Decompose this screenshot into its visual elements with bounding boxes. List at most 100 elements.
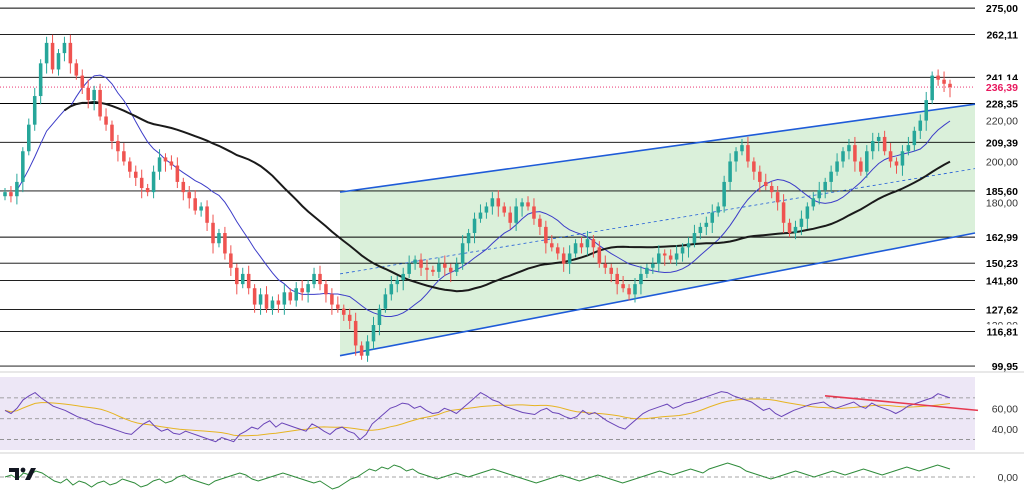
candle — [68, 42, 73, 64]
candle — [92, 89, 96, 101]
candle — [175, 165, 180, 182]
candle — [276, 300, 281, 305]
candle — [609, 267, 613, 274]
candle — [235, 267, 239, 285]
candle — [365, 341, 370, 356]
candle — [781, 202, 786, 223]
candle — [377, 308, 382, 326]
candle — [668, 255, 673, 260]
candle — [50, 42, 55, 70]
candle — [32, 96, 37, 125]
candle — [859, 161, 863, 172]
candle — [38, 63, 43, 97]
candle — [413, 259, 417, 264]
candle — [128, 161, 132, 172]
candle — [110, 124, 114, 142]
price-tick-label: 262,11 — [986, 29, 1018, 41]
price-tick-label: 180,00 — [986, 197, 1018, 209]
candle — [264, 294, 269, 309]
candle — [371, 325, 376, 342]
rsi-tick-label: 40,00 — [992, 424, 1018, 436]
candle — [342, 308, 346, 315]
candle — [603, 263, 608, 268]
candle — [478, 212, 483, 219]
candle — [561, 253, 566, 264]
candle — [324, 284, 328, 295]
candle — [288, 292, 293, 301]
candle — [199, 206, 203, 211]
candle — [193, 198, 197, 211]
candle — [145, 188, 150, 193]
candle — [74, 63, 79, 76]
candle — [722, 181, 726, 207]
candle — [948, 83, 952, 88]
price-tick-label: 127,62 — [986, 304, 1018, 316]
candle — [591, 239, 596, 248]
candle — [62, 42, 67, 54]
candle — [211, 222, 215, 244]
price-tick-label: 185,60 — [986, 186, 1018, 198]
candle — [704, 222, 709, 227]
candle — [246, 273, 251, 289]
candle — [454, 263, 459, 272]
candle — [496, 198, 501, 207]
candle — [787, 222, 792, 234]
candle — [532, 206, 536, 219]
candle — [116, 141, 120, 152]
candle — [633, 284, 637, 295]
candle — [823, 181, 827, 191]
price-tick-label: 200,00 — [986, 156, 1018, 168]
candle — [573, 243, 578, 254]
candle — [841, 151, 845, 162]
candle — [686, 243, 691, 248]
candle — [217, 233, 221, 244]
candle — [490, 198, 495, 207]
candle — [752, 161, 756, 172]
candle — [615, 273, 619, 285]
candle — [223, 233, 227, 254]
candle — [621, 284, 625, 289]
candle — [383, 294, 388, 309]
candle — [698, 226, 703, 234]
momentum-tick-label: 0,00 — [998, 472, 1019, 484]
candle — [300, 288, 304, 293]
candle — [56, 53, 61, 70]
candle — [443, 263, 447, 268]
candle — [336, 304, 340, 309]
candle — [359, 345, 364, 356]
candle — [419, 259, 423, 268]
candle — [169, 161, 174, 166]
candle — [526, 202, 530, 207]
price-tick-label: 150,23 — [986, 258, 1018, 270]
price-tick-label: 220,00 — [986, 116, 1018, 128]
candle — [758, 171, 762, 182]
price-tick-label: 275,00 — [986, 3, 1018, 15]
candle — [86, 87, 90, 101]
candle — [139, 177, 144, 189]
candle — [930, 75, 934, 101]
candle — [692, 233, 697, 244]
candle — [936, 75, 940, 80]
candle — [746, 145, 750, 162]
candle — [15, 181, 19, 197]
candle — [520, 202, 524, 207]
candle — [282, 292, 287, 305]
candle — [98, 89, 102, 117]
rsi-tick-label: 60,00 — [992, 403, 1018, 415]
candle — [924, 100, 928, 121]
candle — [240, 273, 245, 285]
candle — [817, 190, 822, 199]
candle — [472, 218, 477, 234]
rsi-panel — [0, 377, 979, 450]
candle — [44, 42, 49, 64]
candle — [870, 141, 875, 152]
candle — [829, 171, 833, 182]
candle — [151, 171, 156, 193]
candle — [740, 145, 744, 152]
candle — [657, 253, 661, 264]
candle — [502, 206, 507, 213]
candle — [876, 136, 881, 142]
candle — [407, 263, 411, 274]
candle — [763, 181, 768, 186]
candle — [133, 171, 138, 178]
